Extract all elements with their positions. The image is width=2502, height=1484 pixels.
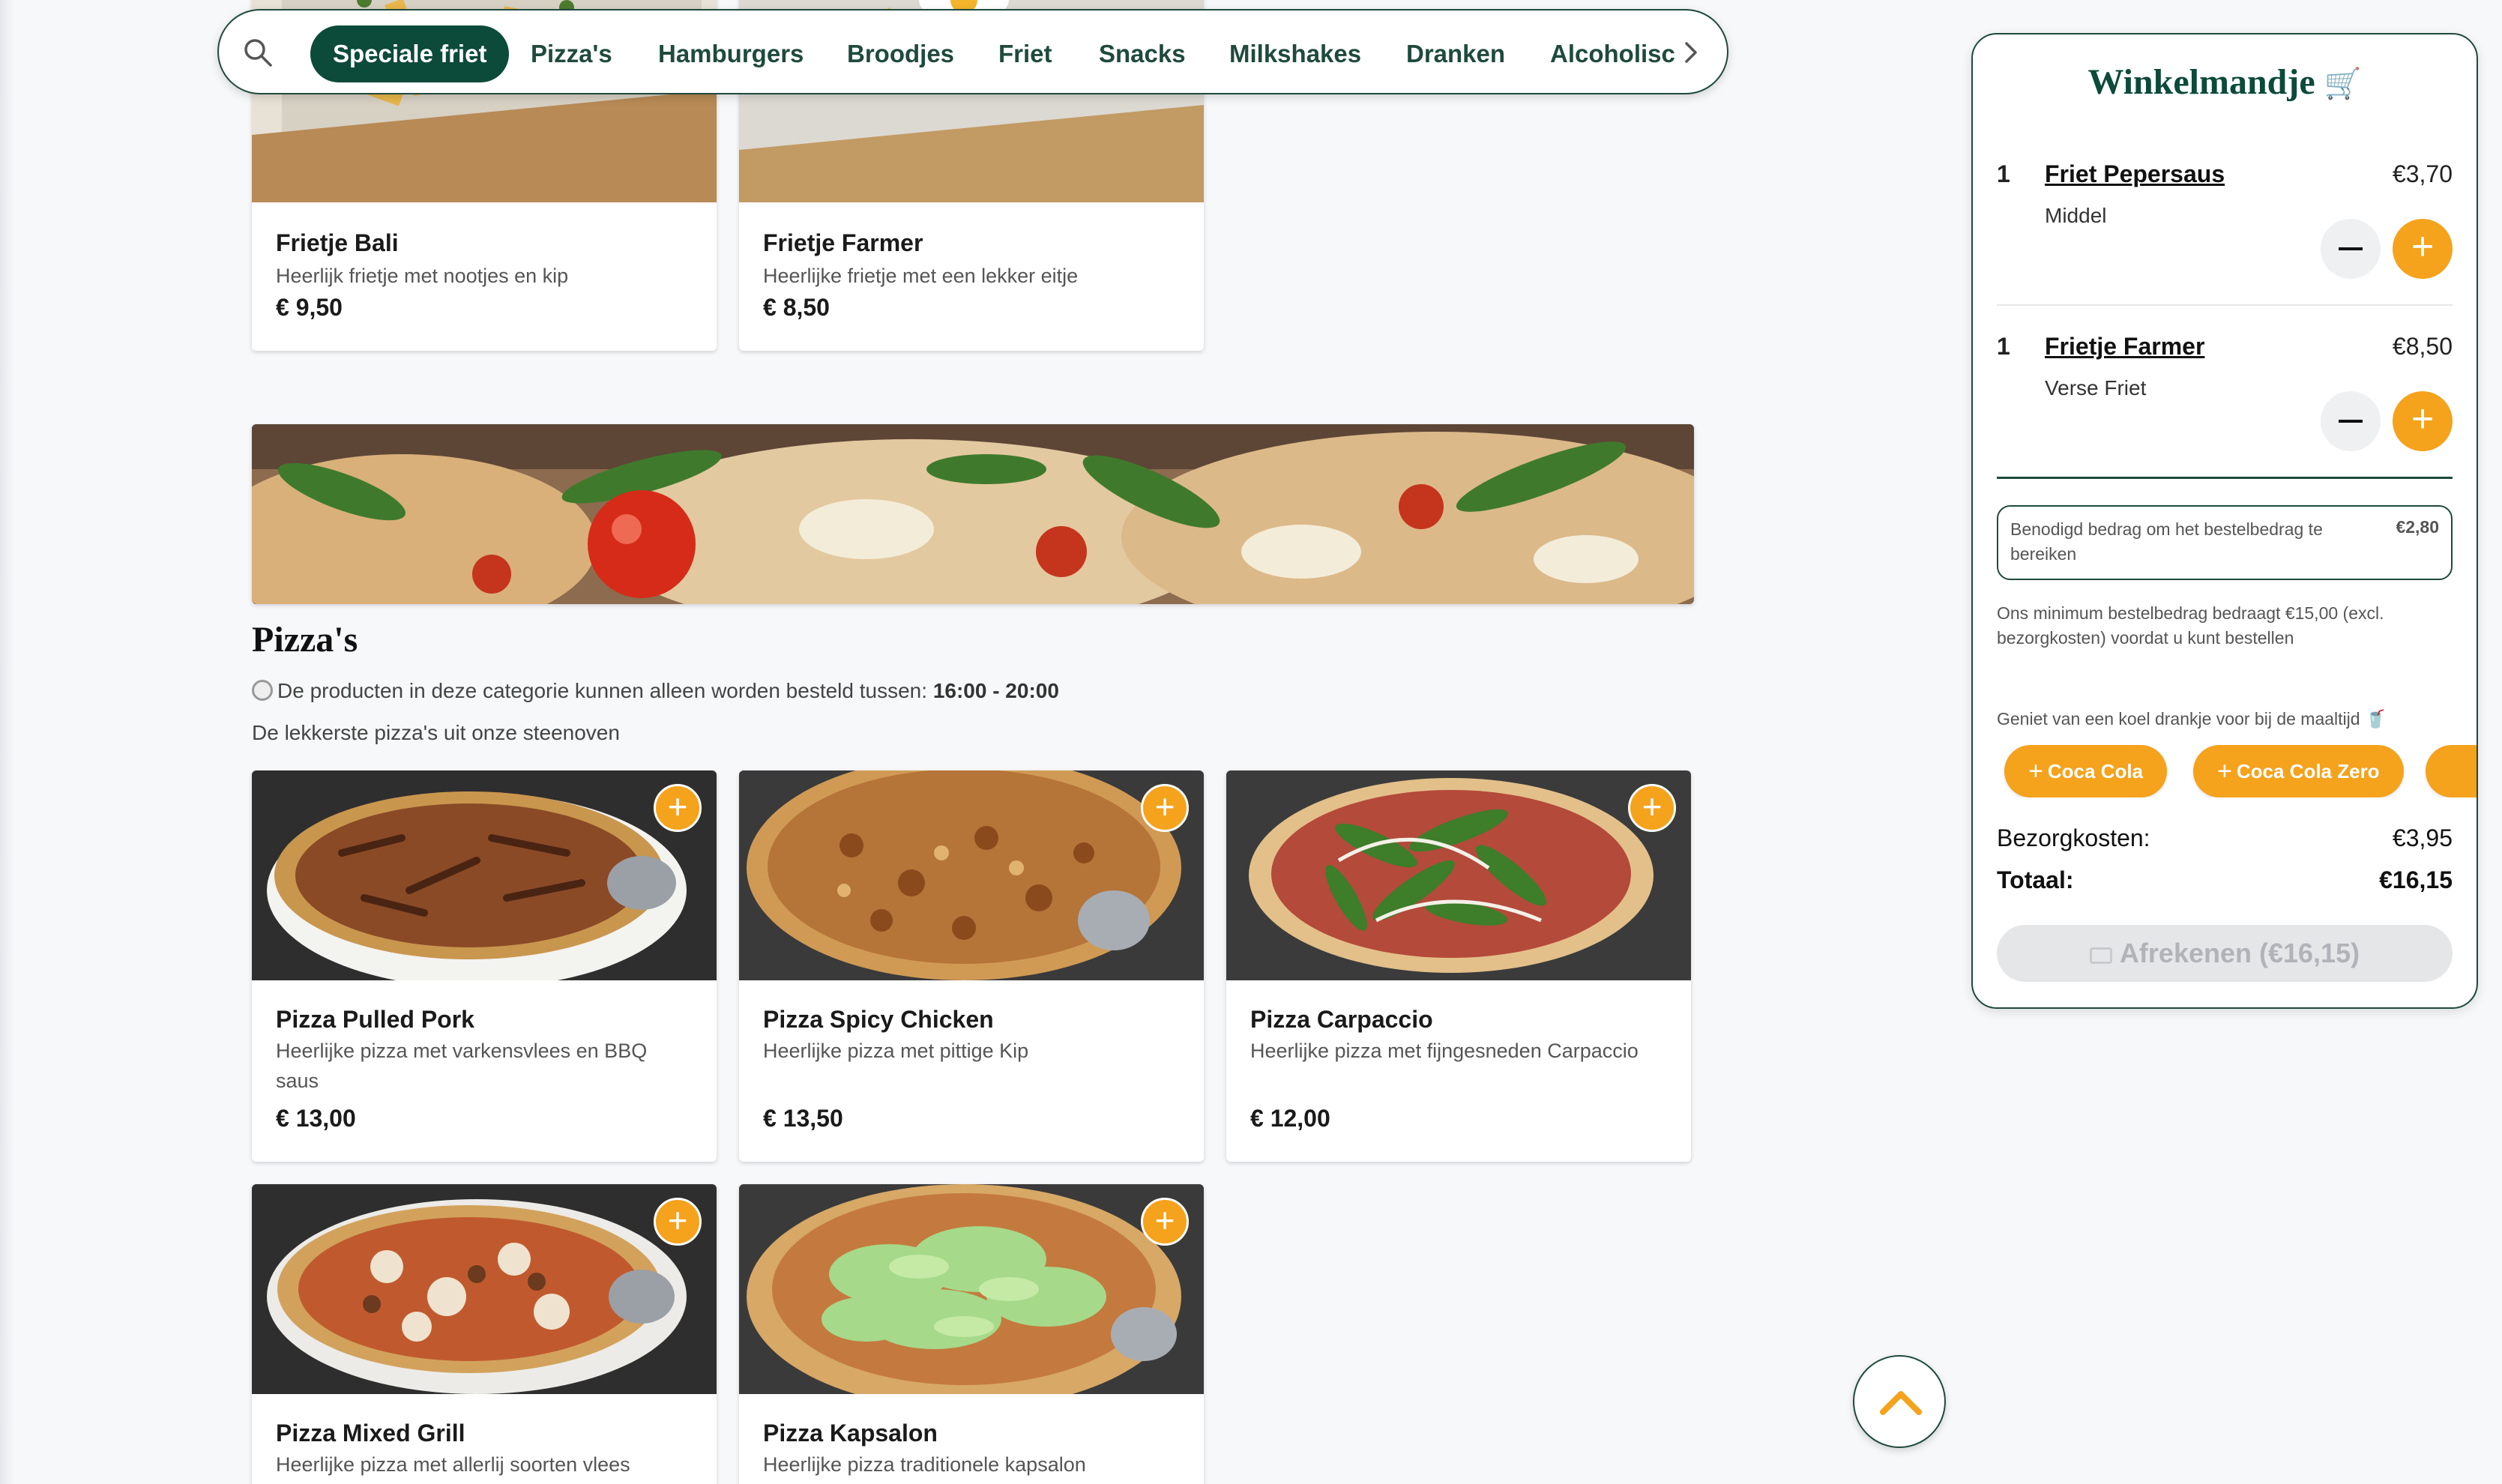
product-name: Frietje Bali	[276, 229, 399, 256]
product-name: Pizza Kapsalon	[763, 1420, 938, 1447]
nav-tab-hamburgers[interactable]: Hamburgers	[658, 25, 804, 82]
product-price: € 9,50	[276, 294, 343, 321]
product-card-pizza-spicy-chicken[interactable]: + Pizza Spicy Chicken Heerlijke pizza me…	[739, 770, 1204, 1162]
nav-tab-speciale-friet[interactable]: Speciale friet	[310, 25, 510, 82]
product-name: Pizza Mixed Grill	[276, 1420, 465, 1447]
cart-title-text: Winkelmandje	[2087, 62, 2315, 102]
cart-divider	[1997, 304, 2453, 306]
add-to-cart-button[interactable]: +	[654, 784, 702, 832]
product-name: Pizza Carpaccio	[1250, 1006, 1433, 1033]
minimum-needed-amount: €2,80	[2396, 517, 2439, 537]
product-description: Heerlijke pizza met fijngesneden Carpacc…	[1250, 1040, 1639, 1062]
scroll-to-top-button[interactable]	[1853, 1355, 1946, 1448]
total-label: Totaal:	[1997, 866, 2074, 893]
nav-tab-friet[interactable]: Friet	[998, 25, 1052, 82]
cart-item: 1 Frietje Farmer €8,50 Verse Friet +	[1997, 333, 2453, 483]
nav-tab-dranken[interactable]: Dranken	[1406, 25, 1505, 82]
add-to-cart-button[interactable]: +	[654, 1198, 702, 1246]
add-drink-coca-cola-zero-button[interactable]: + Coca Cola Zero	[2193, 745, 2404, 797]
drink-suggestion-text: Geniet van een koel drankje voor bij de …	[1997, 709, 2387, 729]
decrease-quantity-button[interactable]	[2321, 391, 2381, 451]
add-to-cart-button[interactable]: +	[1628, 784, 1676, 832]
nav-tab-pizzas[interactable]: Pizza's	[531, 25, 612, 82]
cart-item: 1 Friet Pepersaus €3,70 Middel +	[1997, 160, 2453, 310]
add-to-cart-button[interactable]: +	[1141, 1198, 1189, 1246]
checkout-icon	[2089, 947, 2112, 964]
product-image	[252, 1184, 717, 1394]
product-image	[739, 770, 1204, 980]
product-description: Heerlijk frietje met nootjes en kip	[276, 265, 569, 287]
delivery-label: Bezorgkosten:	[1997, 824, 2150, 851]
product-card-pizza-mixed-grill[interactable]: + Pizza Mixed Grill Heerlijke pizza met …	[252, 1184, 717, 1484]
time-prefix: De producten in deze categorie kunnen al…	[277, 679, 928, 702]
cart-item-name[interactable]: Friet Pepersaus	[2045, 160, 2225, 188]
product-card-pizza-carpaccio[interactable]: + Pizza Carpaccio Heerlijke pizza met fi…	[1226, 770, 1691, 1162]
product-name: Frietje Farmer	[763, 229, 923, 256]
decrease-quantity-button[interactable]	[2321, 219, 2381, 279]
minimum-order-box: Benodigd bedrag om het bestelbedrag te b…	[1997, 505, 2453, 580]
cart-item-price: €3,70	[2392, 160, 2453, 187]
category-title: Pizza's	[252, 620, 358, 660]
checkout-button[interactable]: Afrekenen (€16,15)	[1997, 925, 2453, 982]
product-description: Heerlijke pizza met pittige Kip	[763, 1040, 1029, 1062]
product-description: Heerlijke pizza met allerlij soorten vle…	[276, 1453, 630, 1476]
product-name: Pizza Pulled Pork	[276, 1006, 474, 1033]
left-edge-shadow	[0, 0, 15, 1484]
plus-icon: +	[2028, 757, 2043, 785]
add-drink-button[interactable]	[2426, 745, 2477, 797]
product-name: Pizza Spicy Chicken	[763, 1006, 994, 1033]
nav-tab-snacks[interactable]: Snacks	[1099, 25, 1186, 82]
product-price: € 13,50	[763, 1105, 843, 1132]
product-description: Heerlijke pizza met varkensvlees en BBQ …	[276, 1040, 648, 1092]
cart-item-quantity: 1	[1997, 333, 2010, 360]
category-time-notice: De producten in deze categorie kunnen al…	[252, 679, 1059, 703]
increase-quantity-button[interactable]: +	[2393, 219, 2453, 279]
cart-item-option: Middel	[2045, 204, 2107, 227]
product-image	[1226, 770, 1691, 980]
cart-item-name[interactable]: Frietje Farmer	[2045, 333, 2204, 361]
cart-item-price: €8,50	[2392, 333, 2453, 360]
cart-item-quantity: 1	[1997, 160, 2010, 187]
category-banner-image	[252, 424, 1694, 604]
nav-tab-broodjes[interactable]: Broodjes	[847, 25, 954, 82]
product-image	[252, 770, 717, 980]
product-price: € 13,00	[276, 1105, 356, 1132]
nav-tab-alcoholisch[interactable]: Alcoholisc	[1550, 25, 1675, 82]
checkout-label: Afrekenen (€16,15)	[2119, 938, 2360, 968]
plus-icon: +	[2217, 757, 2232, 785]
drink-suggestions: + Coca Cola + Coca Cola Zero	[1997, 745, 2477, 797]
category-nav: Speciale friet Pizza's Hamburgers Broodj…	[217, 9, 1728, 94]
delivery-costs-row: Bezorgkosten: €3,95	[1997, 824, 2453, 852]
minimum-needed-text: Benodigd bedrag om het bestelbedrag te b…	[2010, 519, 2323, 564]
product-description: Heerlijke frietje met een lekker eitje	[763, 265, 1079, 287]
product-image	[739, 1184, 1204, 1394]
cart-divider	[1997, 477, 2453, 479]
product-card-pizza-pulled-pork[interactable]: + Pizza Pulled Pork Heerlijke pizza met …	[252, 770, 717, 1162]
chevron-right-icon[interactable]	[1676, 37, 1706, 67]
product-price: € 8,50	[763, 294, 830, 321]
increase-quantity-button[interactable]: +	[2393, 391, 2453, 451]
cart-item-option: Verse Friet	[2045, 376, 2147, 399]
cart-title: Winkelmandje 🛒	[1973, 61, 2477, 103]
category-subtitle: De lekkerste pizza's uit onze steenoven	[252, 721, 620, 744]
search-icon[interactable]	[241, 36, 274, 69]
chevron-up-icon	[1880, 1391, 1922, 1415]
time-range: 16:00 - 20:00	[932, 679, 1059, 702]
product-card-pizza-kapsalon[interactable]: + Pizza Kapsalon Heerlijke pizza traditi…	[739, 1184, 1204, 1484]
total-value: €16,15	[2379, 866, 2453, 893]
clock-icon	[252, 680, 273, 701]
drink-label: Coca Cola Zero	[2236, 760, 2380, 782]
delivery-value: €3,95	[2392, 824, 2453, 851]
nav-tab-milkshakes[interactable]: Milkshakes	[1229, 25, 1361, 82]
cart-icon: 🛒	[2324, 67, 2362, 101]
add-drink-coca-cola-button[interactable]: + Coca Cola	[2004, 745, 2168, 797]
product-description: Heerlijke pizza traditionele kapsalon	[763, 1453, 1086, 1476]
minimum-order-note: Ons minimum bestelbedrag bedraagt €15,00…	[1997, 603, 2384, 648]
page: Frietje Bali Heerlijk frietje met nootje…	[0, 0, 2502, 1484]
add-to-cart-button[interactable]: +	[1141, 784, 1189, 832]
drink-label: Coca Cola	[2047, 760, 2144, 782]
total-row: Totaal: €16,15	[1997, 866, 2453, 894]
product-price: € 12,00	[1250, 1105, 1330, 1132]
shopping-cart-panel: Winkelmandje 🛒 1 Friet Pepersaus €3,70 M…	[1971, 33, 2478, 1009]
